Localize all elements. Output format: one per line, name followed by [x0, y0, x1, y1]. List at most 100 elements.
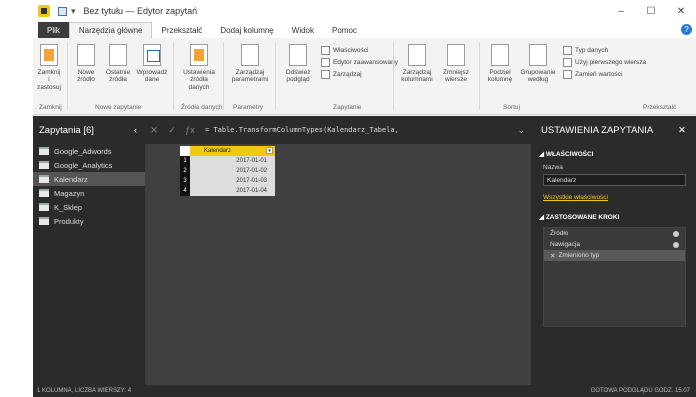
query-item-k-sklep[interactable]: K_Sklep	[33, 200, 145, 214]
data-source-settings-icon	[190, 44, 208, 66]
refresh-preview-icon	[289, 44, 307, 66]
data-type-button[interactable]: Typ danych	[563, 46, 608, 55]
column-filter-icon[interactable]: ▾	[266, 147, 273, 154]
gear-icon[interactable]	[673, 241, 679, 248]
window-controls: – ☐ ✕	[606, 0, 696, 22]
queries-panel: Zapytania [6] ‹ Google_Adwords Google_An…	[33, 116, 145, 385]
row-number: 3	[180, 176, 190, 186]
tab-transform[interactable]: Przekształć	[152, 22, 211, 38]
confirm-formula-icon[interactable]: ✓	[163, 125, 181, 136]
ribbon: Zamknij i zastosuj Nowe źródło Ostatnie …	[33, 38, 696, 115]
step-item-changed-type[interactable]: ✕ Zmieniono typ	[544, 250, 685, 261]
applied-steps-list: Źródło Nawigacja ✕ Zmieniono typ	[543, 227, 686, 327]
ribbon-tabs: Plik Narzędzia główne Przekształć Dodaj …	[33, 22, 696, 38]
group-label-parameters: Parametry	[233, 104, 263, 111]
collapse-queries-icon[interactable]: ‹	[134, 125, 137, 136]
table-icon	[39, 175, 49, 183]
manage-columns-icon	[408, 44, 426, 66]
table-icon	[39, 203, 49, 211]
data-source-settings-button[interactable]: Ustawienia źródła danych	[179, 44, 219, 91]
title-bar: ▾ Bez tytułu — Edytor zapytań – ☐ ✕	[33, 0, 696, 22]
tab-file[interactable]: Plik	[38, 22, 69, 38]
table-row[interactable]: 3 2017-01-03	[180, 176, 275, 186]
qat-dropdown-icon[interactable]: ▾	[71, 6, 76, 17]
table-icon	[39, 161, 49, 169]
properties-button[interactable]: Właściwości	[321, 46, 368, 55]
close-settings-icon[interactable]: ✕	[678, 125, 686, 136]
grid-corner-select-all[interactable]	[180, 146, 190, 156]
table-cell[interactable]: 2017-01-04	[190, 186, 275, 196]
group-label-new-query: Nowe zapytanie	[95, 104, 142, 111]
reduce-rows-icon	[447, 44, 465, 66]
applied-steps-header[interactable]: ◢ ZASTOSOWANE KROKI	[531, 213, 696, 221]
manage-parameters-button[interactable]: Zarządzaj parametrami	[229, 44, 271, 84]
tab-home[interactable]: Narzędzia główne	[68, 22, 153, 38]
split-column-icon	[491, 44, 509, 66]
advanced-editor-button[interactable]: Edytor zaawansowany	[321, 58, 398, 67]
expand-formula-icon[interactable]: ⌄	[517, 125, 525, 136]
queries-title: Zapytania [6]	[39, 124, 94, 136]
table-cell[interactable]: 2017-01-03	[190, 176, 275, 186]
cancel-formula-icon[interactable]: ✕	[145, 125, 163, 136]
maximize-button[interactable]: ☐	[636, 0, 666, 22]
table-row[interactable]: 4 2017-01-04	[180, 186, 275, 196]
group-by-button[interactable]: Grupowanie według	[519, 44, 557, 84]
step-item-navigation[interactable]: Nawigacja	[544, 239, 685, 250]
enter-data-icon	[143, 44, 161, 66]
query-item-magazyn[interactable]: Magazyn	[33, 186, 145, 200]
query-item-google-adwords[interactable]: Google_Adwords	[33, 144, 145, 158]
table-row[interactable]: 1 2017-01-01	[180, 156, 275, 166]
recent-sources-button[interactable]: Ostatnie źródła	[103, 44, 133, 84]
query-item-produkty[interactable]: Produkty	[33, 214, 145, 228]
query-name-input[interactable]: Kalendarz	[543, 174, 686, 186]
close-apply-button[interactable]: Zamknij i zastosuj	[37, 44, 61, 91]
row-number: 4	[180, 186, 190, 196]
editor-window: ▾ Bez tytułu — Edytor zapytań – ☐ ✕ Plik…	[33, 0, 696, 397]
tab-view[interactable]: Widok	[283, 22, 323, 38]
table-icon	[39, 147, 49, 155]
properties-section-header[interactable]: ◢ WŁAŚCIWOŚCI	[531, 150, 696, 158]
query-item-kalendarz[interactable]: Kalendarz	[33, 172, 145, 186]
delete-step-icon[interactable]: ✕	[550, 252, 555, 260]
manage-parameters-icon	[241, 44, 259, 66]
row-number: 1	[180, 156, 190, 166]
tab-help[interactable]: Pomoc	[323, 22, 366, 38]
row-number: 2	[180, 166, 190, 176]
split-column-button[interactable]: Podziel kolumnę	[485, 44, 515, 84]
table-icon	[39, 189, 49, 197]
manage-icon	[321, 70, 330, 79]
query-item-google-analytics[interactable]: Google_Analytics	[33, 158, 145, 172]
gear-icon[interactable]	[673, 230, 679, 237]
manage-columns-button[interactable]: Zarządzaj kolumnami	[399, 44, 435, 84]
name-label: Nazwa	[543, 164, 563, 171]
refresh-preview-button[interactable]: Odśwież podgląd	[281, 44, 315, 84]
column-header-kalendarz[interactable]: Kalendarz ▾	[190, 146, 275, 156]
step-item-source[interactable]: Źródło	[544, 228, 685, 239]
replace-values-button[interactable]: Zamień wartości	[563, 70, 622, 79]
save-icon[interactable]	[58, 6, 67, 16]
new-source-button[interactable]: Nowe źródło	[73, 44, 99, 84]
use-first-row-button[interactable]: Użyj pierwszego wiersza	[563, 58, 646, 67]
group-label-data-sources: Źródła danych	[181, 104, 223, 111]
tab-add-column[interactable]: Dodaj kolumnę	[211, 22, 282, 38]
formula-input[interactable]: = Table.TransformColumnTypes(Kalendarz_T…	[205, 126, 399, 134]
status-left: 1 KOLUMNA, LICZBA WIERSZY: 4	[37, 388, 132, 394]
all-properties-link[interactable]: Wszystkie właściwości	[531, 194, 696, 201]
table-row[interactable]: 2 2017-01-02	[180, 166, 275, 176]
properties-icon	[321, 46, 330, 55]
close-button[interactable]: ✕	[666, 0, 696, 22]
formula-bar: ✕ ✓ ƒx = Table.TransformColumnTypes(Kale…	[145, 116, 531, 144]
group-label-query: Zapytanie	[333, 104, 362, 111]
enter-data-button[interactable]: Wprowadź dane	[137, 44, 167, 84]
minimize-button[interactable]: –	[606, 0, 636, 22]
manage-button[interactable]: Zarządzaj	[321, 70, 362, 79]
reduce-rows-button[interactable]: Zmniejsz wiersze	[439, 44, 473, 84]
table-cell[interactable]: 2017-01-01	[190, 156, 275, 166]
table-cell[interactable]: 2017-01-02	[190, 166, 275, 176]
status-bar: 1 KOLUMNA, LICZBA WIERSZY: 4 GOTOWA PODG…	[33, 385, 696, 397]
table-icon	[39, 217, 49, 225]
quick-access-toolbar: ▾	[58, 6, 76, 17]
help-icon[interactable]: ?	[681, 24, 692, 35]
new-source-icon	[77, 44, 95, 66]
fx-icon[interactable]: ƒx	[181, 125, 199, 135]
